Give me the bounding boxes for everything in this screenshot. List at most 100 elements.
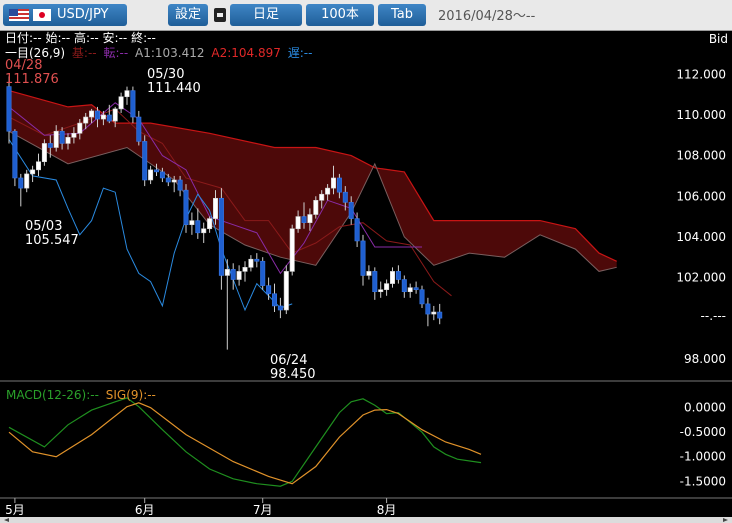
up-candle-body [53, 130, 59, 148]
up-candle-body [201, 228, 207, 234]
annotation-date: 05/30 [147, 67, 184, 82]
up-candle-body [89, 110, 95, 118]
candle [201, 222, 207, 243]
candle [266, 277, 272, 300]
down-candle-body [336, 177, 342, 193]
settings-button[interactable]: 設定 [168, 4, 208, 26]
x-tick-label: 7月 [253, 503, 273, 517]
candle [289, 224, 295, 276]
candle [183, 184, 189, 233]
down-candle-body [165, 177, 171, 183]
candle [124, 86, 130, 105]
up-candle-body [100, 114, 106, 120]
price-tick-label: 98.000 [684, 352, 726, 366]
up-candle-body [124, 90, 130, 98]
down-candle-body [95, 110, 101, 120]
up-candle-body [118, 96, 124, 110]
candle [41, 139, 47, 166]
macd-tick-label: 0.0000 [684, 401, 726, 415]
up-candle-body [366, 271, 372, 276]
up-candle-body [35, 161, 41, 171]
signal-line [8, 402, 482, 485]
ohlc-readout: 日付:-- 始:-- 高:-- 安:-- 終:-- [5, 30, 156, 45]
down-candle-body [401, 279, 407, 293]
candle [148, 165, 154, 185]
down-candle-body [142, 141, 148, 181]
currency-pair-button[interactable]: USD/JPY [3, 4, 127, 26]
down-candle-body [342, 191, 348, 203]
up-candle-body [378, 289, 384, 293]
up-candle-body [236, 271, 242, 280]
candle [366, 265, 372, 280]
indicator-info: 日付:-- 始:-- 高:-- 安:-- 終:-- 一目(26,9) 基:-- … [5, 30, 728, 402]
timeframe-button[interactable]: 日足 [230, 4, 302, 26]
up-candle-body [148, 169, 154, 181]
down-candle-body [419, 289, 425, 305]
price-tick-label: 106.000 [676, 189, 726, 203]
down-candle-body [260, 260, 266, 286]
scrollbar[interactable] [0, 517, 732, 523]
base-line-label: 基:-- [72, 46, 97, 60]
macd-panel [8, 397, 482, 487]
lagging-span-label: 遅:-- [288, 46, 313, 60]
bar-count-button[interactable]: 100本 [306, 4, 374, 26]
candle [24, 169, 30, 193]
leading-span-b-label: A2:104.897 [211, 46, 281, 60]
candle [35, 153, 41, 176]
up-candle-body [325, 187, 331, 195]
current-price-label: --.--- [701, 309, 726, 323]
candle [431, 305, 437, 321]
macd-tick-label: -1.5000 [680, 474, 726, 488]
up-candle-body [384, 283, 390, 290]
down-candle-body [159, 171, 165, 179]
candle [12, 129, 18, 187]
candle [224, 259, 230, 350]
down-candle-body [154, 169, 160, 173]
up-candle-body [171, 179, 177, 183]
down-candle-body [59, 130, 65, 144]
candle [142, 135, 148, 187]
up-candle-body [224, 269, 230, 276]
candle [395, 265, 401, 284]
candle [195, 208, 201, 239]
macd-tick-label: -0.5000 [680, 425, 726, 439]
us-flag-icon [9, 9, 29, 21]
candle [425, 297, 431, 327]
tab-button[interactable]: Tab [378, 4, 426, 26]
up-candle-body [431, 311, 437, 315]
annotation-price: 111.876 [5, 72, 59, 87]
toggle-icon[interactable] [214, 8, 226, 22]
signal-label: SIG(9):-- [106, 388, 156, 402]
annotation-price: 105.547 [25, 233, 79, 248]
candle [389, 267, 395, 288]
conversion-line-label: 転:-- [103, 46, 128, 60]
down-candle-body [106, 114, 112, 122]
price-mode-label: Bid [709, 32, 728, 46]
down-candle-body [230, 269, 236, 280]
down-candle-body [425, 303, 431, 315]
price-tick-label: 110.000 [676, 108, 726, 122]
candle [30, 165, 36, 183]
down-candle-body [277, 305, 283, 311]
up-candle-body [319, 193, 325, 201]
up-candle-body [83, 116, 89, 124]
down-candle-body [395, 271, 401, 280]
candle [419, 285, 425, 308]
candle [354, 212, 360, 248]
candle [118, 92, 124, 113]
candle [407, 283, 413, 298]
down-candle-body [18, 177, 24, 189]
toolbar: USD/JPY 設定 日足 100本 Tab 2016/04/28～-- [0, 0, 732, 31]
candle [254, 253, 260, 268]
x-tick-label: 8月 [377, 503, 397, 517]
candle [106, 104, 112, 124]
candle [236, 265, 242, 286]
price-tick-label: 108.000 [676, 149, 726, 163]
price-chart[interactable]: 112.000 110.000 108.000 106.000 104.000 102.0… [0, 30, 732, 523]
up-candle-body [313, 200, 319, 215]
candle [378, 281, 384, 298]
down-candle-body [6, 86, 12, 132]
japan-flag-icon [33, 9, 51, 21]
candle [277, 297, 283, 319]
candle [437, 303, 443, 325]
